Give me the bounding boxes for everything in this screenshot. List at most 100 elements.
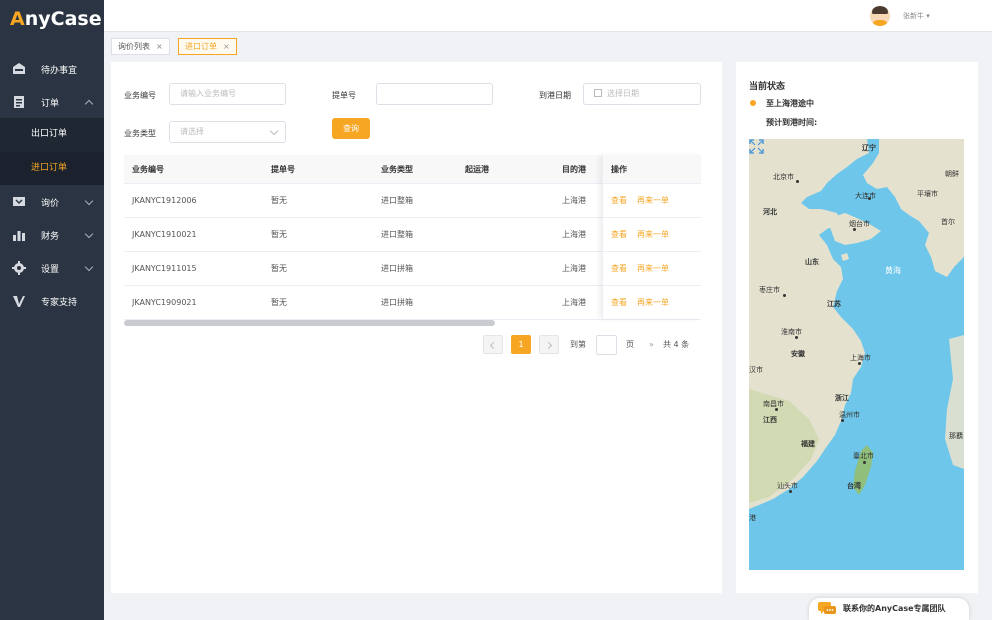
city-marker xyxy=(783,294,786,297)
city-marker xyxy=(863,461,866,464)
map-label: 北京市 xyxy=(773,173,794,181)
bill-no-label: 提单号 xyxy=(332,91,356,100)
cell-business-no: JKANYC1909021 xyxy=(132,298,197,307)
shipment-status-panel: 当前状态 至上海港途中 预计到港时间: 辽宁 北京市 河北 大连市 平壤市 朝鲜… xyxy=(736,62,978,593)
map-label: 黄海 xyxy=(885,266,901,275)
bill-no-input[interactable] xyxy=(376,83,493,105)
contact-team-button[interactable]: 联系你的AnyCase专属团队 xyxy=(809,598,969,620)
business-no-label: 业务编号 xyxy=(124,91,156,100)
current-page[interactable]: 1 xyxy=(511,335,531,354)
sidebar-item-label: 询价 xyxy=(41,198,60,209)
expert-icon xyxy=(13,296,25,307)
sidebar: AnyCase 待办事宜 订单 出口订单 进口订单 询价 财务 设置 专家支持 xyxy=(0,0,104,620)
cell-business-no: JKANYC1910021 xyxy=(132,230,197,239)
fixed-operations-column xyxy=(602,155,701,319)
anycase-logo[interactable]: AnyCase xyxy=(10,8,102,30)
chevron-down-icon xyxy=(269,126,279,136)
goto-page-input[interactable] xyxy=(596,335,617,355)
map-label: 福建 xyxy=(801,440,815,448)
cell-bill-no: 暂无 xyxy=(271,230,287,239)
inbox-icon xyxy=(13,63,25,74)
inquiry-icon xyxy=(13,197,25,206)
map-label: 山东 xyxy=(805,258,819,266)
map-label: 台湾 xyxy=(847,482,861,490)
sidebar-item-label: 待办事宜 xyxy=(41,65,78,76)
sidebar-item-expert-support[interactable]: 专家支持 xyxy=(0,284,104,318)
sidebar-item-settings[interactable]: 设置 xyxy=(0,251,104,285)
map-label: 大连市 xyxy=(855,192,876,200)
sidebar-subitem-import-orders[interactable]: 进口订单 xyxy=(0,152,104,185)
map-label: 朝鲜 xyxy=(945,170,959,178)
tab-import-orders[interactable]: 进口订单 × xyxy=(178,38,237,55)
map-label: 枣庄市 xyxy=(759,286,780,294)
expand-icon[interactable] xyxy=(749,139,764,154)
cell-business-no: JKANYC1911015 xyxy=(132,264,197,273)
next-page-button[interactable] xyxy=(539,335,559,354)
close-icon[interactable]: × xyxy=(223,42,230,51)
sidebar-subitem-export-orders[interactable]: 出口订单 xyxy=(0,118,104,151)
map-label: 辽宁 xyxy=(862,144,876,152)
chat-bubble-icon xyxy=(818,602,836,614)
business-no-input[interactable]: 请输入业务编号 xyxy=(169,83,286,105)
goto-label: 到第 xyxy=(570,340,586,349)
business-type-select[interactable]: 请选择 xyxy=(169,121,286,143)
chevron-down-icon xyxy=(84,196,94,206)
prev-page-button[interactable] xyxy=(483,335,503,354)
map-label: 河北 xyxy=(763,208,777,216)
city-marker xyxy=(868,197,871,200)
avatar[interactable] xyxy=(870,6,890,26)
sidebar-item-label: 专家支持 xyxy=(41,297,78,308)
city-marker xyxy=(858,362,861,365)
calendar-icon xyxy=(594,89,602,97)
map-label: 南昌市 xyxy=(763,400,784,408)
city-marker xyxy=(853,228,856,231)
map-label: 汉市 xyxy=(749,366,763,374)
city-marker xyxy=(841,419,844,422)
arrival-date-picker[interactable]: 选择日期 xyxy=(583,83,701,105)
chevron-left-icon xyxy=(489,341,498,350)
order-icon xyxy=(14,96,24,108)
close-icon[interactable]: × xyxy=(156,42,163,51)
chevron-down-icon xyxy=(84,262,94,272)
map-label: 首尔 xyxy=(941,218,955,226)
total-count: 共 4 条 xyxy=(663,340,690,349)
arrival-date-label: 到港日期 xyxy=(539,91,571,100)
status-title: 当前状态 xyxy=(749,82,786,92)
sidebar-item-finance[interactable]: 财务 xyxy=(0,218,104,252)
business-type-label: 业务类型 xyxy=(124,129,156,138)
status-line: 至上海港途中 xyxy=(766,99,814,108)
cell-dest-port: 上海港 xyxy=(562,264,586,273)
query-button[interactable]: 查询 xyxy=(332,118,370,139)
sidebar-item-inquiry[interactable]: 询价 xyxy=(0,185,104,219)
cell-dest-port: 上海港 xyxy=(562,196,586,205)
gear-icon xyxy=(12,261,26,275)
city-marker xyxy=(796,180,799,183)
jump-icon[interactable]: » xyxy=(649,335,654,355)
horizontal-scrollbar[interactable] xyxy=(124,320,495,326)
map-label: 臺北市 xyxy=(853,452,874,460)
cell-bill-no: 暂无 xyxy=(271,298,287,307)
cell-bill-no: 暂无 xyxy=(271,196,287,205)
city-marker xyxy=(795,336,798,339)
map-label: 安徽 xyxy=(791,350,805,358)
map-label: 江西 xyxy=(763,416,777,424)
sidebar-item-orders[interactable]: 订单 xyxy=(0,85,104,119)
cell-business-type: 进口整箱 xyxy=(381,230,413,239)
eta-label: 预计到港时间: xyxy=(766,118,818,127)
cell-business-no: JKANYC1912006 xyxy=(132,196,197,205)
sidebar-item-todo[interactable]: 待办事宜 xyxy=(0,52,104,86)
chevron-up-icon xyxy=(84,99,94,109)
finance-icon xyxy=(13,231,25,241)
column-header: 起运港 xyxy=(465,165,489,174)
map-label: 浙江 xyxy=(835,394,849,402)
top-header: 张新牛 ▾ xyxy=(104,0,992,32)
username-dropdown[interactable]: 张新牛 ▾ xyxy=(903,11,930,21)
status-dot xyxy=(750,100,756,106)
contact-team-label: 联系你的AnyCase专属团队 xyxy=(843,604,946,613)
tab-bar: 询价列表 × 进口订单 × xyxy=(104,33,992,59)
tab-inquiry-list[interactable]: 询价列表 × xyxy=(111,38,170,55)
route-map[interactable]: 辽宁 北京市 河北 大连市 平壤市 朝鲜 烟台市 首尔 山东 黄海 枣庄市 江苏… xyxy=(749,139,964,570)
cell-business-type: 进口拼箱 xyxy=(381,264,413,273)
sidebar-item-label: 订单 xyxy=(41,98,60,109)
page-label: 页 xyxy=(626,340,634,349)
